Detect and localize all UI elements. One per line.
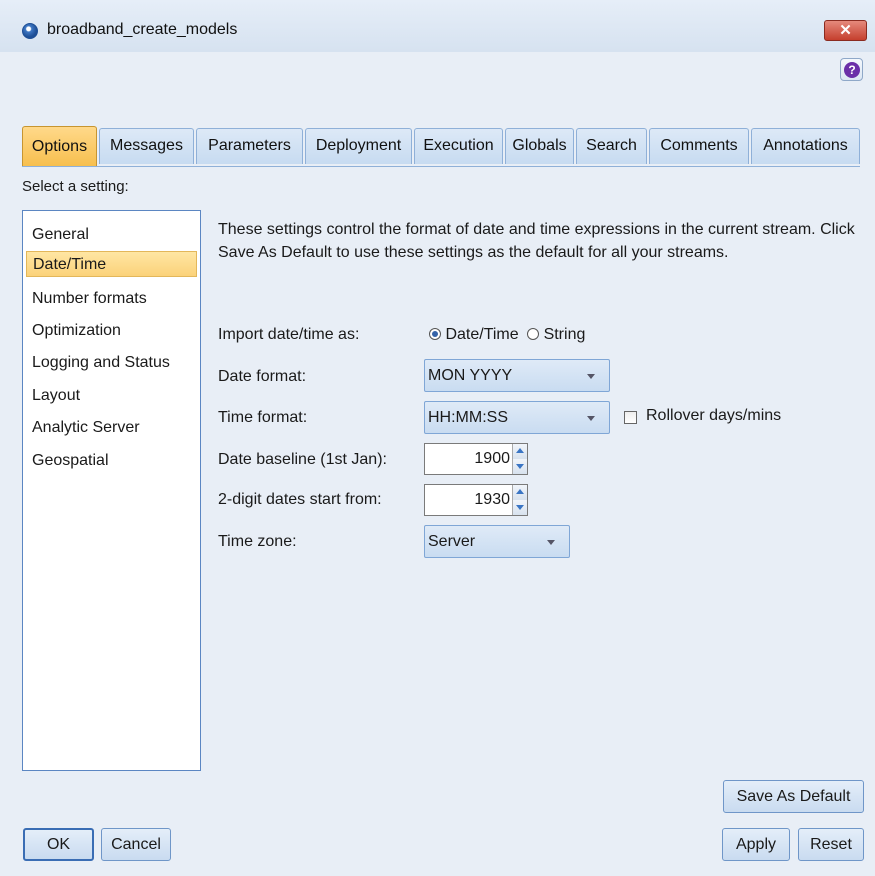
settings-item-optimization[interactable]: Optimization: [23, 318, 199, 344]
apply-button[interactable]: Apply: [722, 828, 790, 861]
tab-annotations[interactable]: Annotations: [751, 128, 860, 164]
time-zone-label: Time zone:: [218, 533, 297, 550]
settings-description: These settings control the format of dat…: [218, 221, 855, 261]
help-icon: ?: [844, 62, 860, 78]
tab-options[interactable]: Options: [22, 126, 97, 166]
spin-up-icon[interactable]: [513, 444, 527, 459]
radio-date-time[interactable]: [429, 328, 441, 340]
settings-item-number-formats[interactable]: Number formats: [23, 286, 199, 312]
import-radio-group: Date/Time String: [429, 326, 585, 344]
select-setting-label: Select a setting:: [22, 178, 129, 195]
spin-down-icon[interactable]: [513, 459, 527, 474]
rollover-checkbox[interactable]: [624, 411, 637, 424]
chevron-down-icon: [587, 416, 595, 421]
two-digit-value: 1930: [474, 491, 510, 508]
tab-divider: [22, 166, 860, 167]
time-format-value: HH:MM:SS: [428, 409, 508, 426]
tab-comments[interactable]: Comments: [649, 128, 749, 164]
tab-execution[interactable]: Execution: [414, 128, 503, 164]
cancel-button[interactable]: Cancel: [101, 828, 171, 861]
settings-item-geospatial[interactable]: Geospatial: [23, 448, 199, 474]
settings-item-date-time[interactable]: Date/Time: [26, 251, 197, 277]
settings-item-logging-status[interactable]: Logging and Status: [23, 350, 199, 376]
settings-item-layout[interactable]: Layout: [23, 383, 199, 409]
chevron-down-icon: [547, 540, 555, 545]
date-format-select[interactable]: MON YYYY: [424, 359, 610, 392]
radio-date-time-label[interactable]: Date/Time: [445, 326, 518, 343]
title-bar: broadband_create_models ✕: [0, 0, 875, 52]
help-button[interactable]: ?: [840, 58, 863, 81]
settings-item-general[interactable]: General: [23, 222, 199, 248]
tab-parameters[interactable]: Parameters: [196, 128, 303, 164]
window-title: broadband_create_models: [47, 21, 238, 38]
tab-messages[interactable]: Messages: [99, 128, 194, 164]
radio-string-label[interactable]: String: [544, 326, 586, 343]
reset-button[interactable]: Reset: [798, 828, 864, 861]
import-label: Import date/time as:: [218, 326, 360, 343]
time-format-label: Time format:: [218, 409, 308, 426]
two-digit-label: 2-digit dates start from:: [218, 491, 382, 508]
rollover-label[interactable]: Rollover days/mins: [646, 407, 781, 425]
date-format-label: Date format:: [218, 368, 307, 385]
time-zone-select[interactable]: Server: [424, 525, 570, 558]
two-digit-stepper: [512, 485, 527, 515]
save-as-default-button[interactable]: Save As Default: [723, 780, 864, 813]
date-baseline-spinner[interactable]: 1900: [424, 443, 528, 475]
date-baseline-stepper: [512, 444, 527, 474]
time-zone-value: Server: [428, 533, 476, 550]
two-digit-spinner[interactable]: 1930: [424, 484, 528, 516]
settings-list: General Date/Time Number formats Optimiz…: [22, 210, 201, 771]
close-button[interactable]: ✕: [824, 20, 867, 41]
chevron-down-icon: [587, 374, 595, 379]
tab-globals[interactable]: Globals: [505, 128, 574, 164]
tab-deployment[interactable]: Deployment: [305, 128, 412, 164]
spin-up-icon[interactable]: [513, 485, 527, 500]
ok-button[interactable]: OK: [23, 828, 94, 861]
app-icon: [22, 23, 38, 39]
date-format-value: MON YYYY: [428, 367, 513, 384]
tab-search[interactable]: Search: [576, 128, 647, 164]
close-icon: ✕: [839, 22, 852, 39]
date-baseline-label: Date baseline (1st Jan):: [218, 451, 387, 468]
date-baseline-value: 1900: [474, 450, 510, 467]
radio-string[interactable]: [527, 328, 540, 340]
time-format-select[interactable]: HH:MM:SS: [424, 401, 610, 434]
spin-down-icon[interactable]: [513, 500, 527, 515]
settings-item-analytic-server[interactable]: Analytic Server: [23, 415, 199, 441]
